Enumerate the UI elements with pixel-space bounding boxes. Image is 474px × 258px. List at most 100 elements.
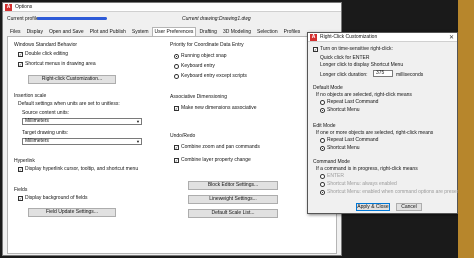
insertion-scale-title: Insertion scale bbox=[14, 93, 47, 99]
shortcut-menus-row[interactable]: ✓ Shortcut menus in drawing area bbox=[18, 61, 96, 67]
tab-selection[interactable]: Selection bbox=[254, 27, 281, 36]
tab-3d-modeling[interactable]: 3D Modeling bbox=[220, 27, 254, 36]
dialog-title: Right-Click Customization bbox=[320, 34, 378, 40]
associative-row[interactable]: ✓ Make new dimensions associative bbox=[174, 105, 257, 111]
tab-drafting[interactable]: Drafting bbox=[196, 27, 220, 36]
keyboard-entry-radio[interactable] bbox=[174, 63, 179, 69]
default-shortcut-radio[interactable] bbox=[320, 107, 325, 113]
tab-user-preferences[interactable]: User Preferences bbox=[151, 27, 197, 36]
command-shortcut-always-row[interactable]: Shortcut Menu: always enabled bbox=[320, 181, 397, 187]
combine-zoom-row[interactable]: ✓ Combine zoom and pan commands bbox=[174, 144, 260, 150]
edit-mode-title: Edit Mode bbox=[313, 123, 336, 129]
right-click-customization-button[interactable]: Right-click Customization... bbox=[28, 75, 116, 84]
double-click-editing-row[interactable]: ✓ Double click editing bbox=[18, 51, 68, 57]
block-editor-settings-button[interactable]: Block Editor Settings... bbox=[188, 181, 278, 190]
apply-and-close-button[interactable]: Apply & Close bbox=[356, 203, 390, 211]
duration-value: 375 bbox=[376, 70, 385, 76]
edit-shortcut-radio[interactable] bbox=[320, 145, 325, 151]
double-click-editing-label: Double click editing bbox=[25, 51, 69, 57]
current-profile-value-redacted bbox=[37, 17, 107, 20]
command-enter-radio[interactable] bbox=[320, 173, 325, 179]
source-content-units-label: Source content units: bbox=[22, 110, 69, 116]
fields-title: Fields bbox=[14, 187, 28, 193]
associative-dimensioning-title: Associative Dimensioning bbox=[170, 94, 227, 100]
tab-system[interactable]: System bbox=[129, 27, 152, 36]
combine-zoom-checkbox[interactable]: ✓ bbox=[174, 144, 179, 150]
tab-plot-and-publish[interactable]: Plot and Publish bbox=[87, 27, 129, 36]
target-drawing-units-select[interactable]: Millimeters ▼ bbox=[22, 138, 142, 145]
double-click-editing-checkbox[interactable]: ✓ bbox=[18, 51, 23, 57]
duration-input[interactable]: 375 bbox=[373, 70, 393, 77]
chevron-down-icon: ▼ bbox=[136, 119, 140, 124]
priority-option-keyboard-except[interactable]: Keyboard entry except scripts bbox=[174, 73, 247, 79]
edit-repeat-row[interactable]: Repeat Last Command bbox=[320, 137, 378, 143]
keyboard-except-scripts-radio[interactable] bbox=[174, 73, 179, 79]
keyboard-entry-label: Keyboard entry bbox=[181, 63, 215, 69]
tab-open-and-save[interactable]: Open and Save bbox=[46, 27, 87, 36]
fields-background-label: Display background of fields bbox=[25, 195, 88, 201]
fields-background-checkbox[interactable]: ✓ bbox=[18, 195, 23, 201]
combine-layer-checkbox[interactable]: ✓ bbox=[174, 157, 179, 163]
keyboard-except-scripts-label: Keyboard entry except scripts bbox=[181, 73, 247, 79]
cancel-button[interactable]: Cancel bbox=[396, 203, 422, 211]
hyperlink-label: Display hyperlink cursor, tooltip, and s… bbox=[25, 166, 139, 172]
hyperlink-checkbox[interactable]: ✓ bbox=[18, 166, 23, 172]
tab-display[interactable]: Display bbox=[24, 27, 46, 36]
quick-click-label: Quick click for ENTER bbox=[320, 55, 370, 61]
command-enter-row[interactable]: ENTER bbox=[320, 173, 344, 179]
command-shortcut-options-label: Shortcut Menu: enabled when command opti… bbox=[327, 189, 461, 195]
target-drawing-units-value: Millimeters bbox=[25, 138, 49, 144]
turn-on-time-sensitive-checkbox[interactable]: ✓ bbox=[313, 46, 318, 52]
user-preferences-panel: Windows Standard Behavior ✓ Double click… bbox=[7, 36, 337, 254]
undo-redo-title: Undo/Redo bbox=[170, 133, 196, 139]
edit-repeat-radio[interactable] bbox=[320, 137, 325, 143]
current-profile-label: Current profile: bbox=[7, 16, 41, 22]
combine-layer-row[interactable]: ✓ Combine layer property change bbox=[174, 157, 251, 163]
command-shortcut-always-radio[interactable] bbox=[320, 181, 325, 187]
insertion-scale-subtitle: Default settings when units are set to u… bbox=[18, 101, 120, 107]
turn-on-time-sensitive-row[interactable]: ✓ Turn on time-sensitive right-click: bbox=[313, 46, 393, 52]
field-update-settings-button[interactable]: Field Update Settings... bbox=[28, 208, 116, 217]
longer-click-label: Longer click to display Shortcut Menu bbox=[320, 62, 404, 68]
combine-layer-label: Combine layer property change bbox=[181, 157, 251, 163]
command-mode-subtitle: If a command is in progress, right-click… bbox=[316, 166, 418, 172]
default-shortcut-row[interactable]: Shortcut Menu bbox=[320, 107, 360, 113]
default-scale-list-button[interactable]: Default Scale List... bbox=[188, 209, 278, 218]
duration-label: Longer click duration: bbox=[320, 72, 368, 78]
tab-files[interactable]: Files bbox=[7, 27, 24, 36]
associative-checkbox[interactable]: ✓ bbox=[174, 105, 179, 111]
command-shortcut-options-radio[interactable] bbox=[320, 189, 325, 195]
close-icon[interactable]: ✕ bbox=[449, 34, 454, 41]
default-mode-title: Default Mode bbox=[313, 85, 343, 91]
source-content-units-select[interactable]: Millimeters ▼ bbox=[22, 118, 142, 125]
profile-row: Current profile: Current drawing: Drawin… bbox=[7, 16, 337, 23]
default-shortcut-label: Shortcut Menu bbox=[327, 107, 360, 113]
options-window: A Options Current profile: Current drawi… bbox=[2, 2, 342, 256]
edit-shortcut-label: Shortcut Menu bbox=[327, 145, 360, 151]
autocad-logo-icon: A bbox=[5, 3, 12, 11]
default-mode-subtitle: If no objects are selected, right-click … bbox=[316, 92, 412, 98]
command-shortcut-options-row[interactable]: Shortcut Menu: enabled when command opti… bbox=[320, 189, 461, 195]
priority-option-keyboard[interactable]: Keyboard entry bbox=[174, 63, 215, 69]
right-click-customization-dialog: A Right-Click Customization ✕ ✓ Turn on … bbox=[307, 32, 461, 214]
running-object-snap-radio[interactable] bbox=[174, 53, 179, 59]
priority-option-running-osnap[interactable]: Running object snap bbox=[174, 53, 227, 59]
edit-shortcut-row[interactable]: Shortcut Menu bbox=[320, 145, 360, 151]
default-repeat-row[interactable]: Repeat Last Command bbox=[320, 99, 378, 105]
priority-title: Priority for Coordinate Data Entry bbox=[170, 42, 244, 48]
current-drawing-value: Drawing1.dwg bbox=[219, 16, 251, 22]
target-drawing-units-label: Target drawing units: bbox=[22, 130, 69, 136]
associative-label: Make new dimensions associative bbox=[181, 105, 257, 111]
hyperlink-row[interactable]: ✓ Display hyperlink cursor, tooltip, and… bbox=[18, 166, 138, 172]
combine-zoom-label: Combine zoom and pan commands bbox=[181, 144, 260, 150]
fields-background-row[interactable]: ✓ Display background of fields bbox=[18, 195, 88, 201]
running-object-snap-label: Running object snap bbox=[181, 53, 227, 59]
tab-profiles[interactable]: Profiles bbox=[281, 27, 304, 36]
shortcut-menus-checkbox[interactable]: ✓ bbox=[18, 61, 23, 67]
chevron-down-icon: ▼ bbox=[136, 139, 140, 144]
dialog-titlebar: A Right-Click Customization ✕ bbox=[308, 33, 457, 42]
source-content-units-value: Millimeters bbox=[25, 118, 49, 124]
default-repeat-radio[interactable] bbox=[320, 99, 325, 105]
options-titlebar: A Options bbox=[3, 3, 341, 12]
lineweight-settings-button[interactable]: Lineweight Settings... bbox=[188, 195, 278, 204]
